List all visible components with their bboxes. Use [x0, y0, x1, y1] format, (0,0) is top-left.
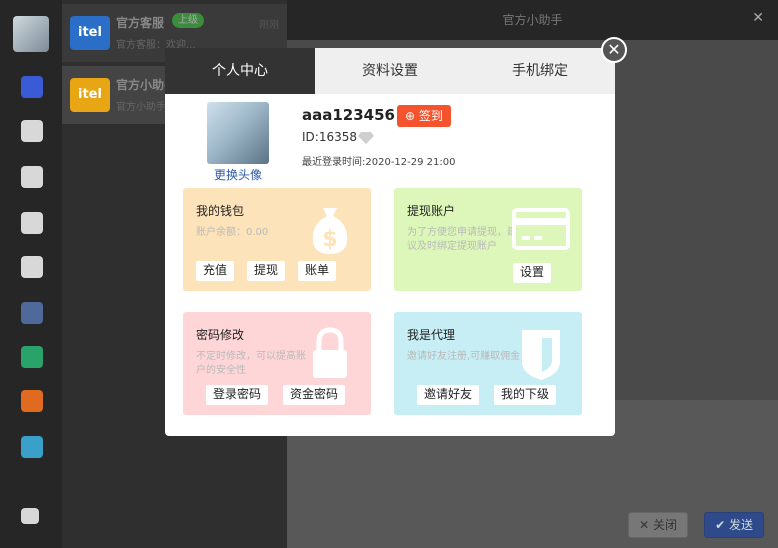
login-password-button[interactable]: 登录密码	[206, 385, 269, 405]
tab-phone-binding[interactable]: 手机绑定	[465, 48, 615, 94]
logout-icon[interactable]	[21, 508, 39, 524]
bill-button[interactable]: 账单	[298, 261, 337, 281]
group-icon[interactable]	[21, 166, 43, 188]
cloud-icon[interactable]	[21, 76, 43, 98]
svg-text:$: $	[322, 227, 337, 252]
tab-personal-center[interactable]: 个人中心	[165, 48, 315, 94]
settings-button[interactable]: 设置	[513, 263, 552, 283]
personal-center-modal: 个人中心 资料设置 手机绑定 更换头像 aaa123456 ⊕ 签到 ID:16…	[165, 48, 615, 436]
invite-friends-button[interactable]: 邀请好友	[417, 385, 480, 405]
conversation-name: 官方客服	[116, 16, 165, 30]
withdraw-account-desc: 为了方便您申请提现，建议及时绑定提现账户	[407, 227, 517, 252]
send-label: 发送	[728, 518, 753, 532]
contacts-icon[interactable]	[21, 120, 43, 142]
fund-password-button[interactable]: 资金密码	[283, 385, 346, 405]
vip-diamond-icon	[358, 132, 374, 144]
taobao-icon[interactable]	[21, 390, 43, 412]
checkin-button[interactable]: ⊕ 签到	[397, 105, 451, 127]
user-icon[interactable]	[21, 212, 43, 234]
itel-logo-icon: itel	[70, 16, 110, 50]
conversation-badge: 上级	[172, 13, 204, 28]
send-button[interactable]: ✔ 发送	[704, 512, 764, 538]
profile-avatar	[207, 102, 269, 164]
money-bag-icon: $	[312, 208, 348, 254]
list-icon[interactable]	[21, 436, 43, 458]
left-sidebar	[0, 0, 62, 548]
shield-icon	[522, 330, 560, 380]
checkin-label: 签到	[418, 109, 443, 123]
password-title: 密码修改	[196, 328, 245, 342]
withdraw-button[interactable]: 提现	[247, 261, 286, 281]
conversation-time: 刚刚	[259, 20, 279, 31]
close-icon[interactable]: ✕	[752, 10, 764, 26]
wallet-card: 我的钱包 账户余额：0.00 $ 充值 提现 账单	[183, 188, 371, 291]
close-chat-button[interactable]: ✕ 关闭	[628, 512, 688, 538]
user-id: ID:16358	[302, 130, 357, 144]
lock-icon	[313, 327, 347, 378]
password-card: 密码修改 不定时修改，可以提高账户的安全性 登录密码 资金密码	[183, 312, 371, 415]
last-login-time: 最近登录时间:2020-12-29 21:00	[302, 157, 456, 168]
modal-tabs: 个人中心 资料设置 手机绑定	[165, 48, 615, 94]
wallet-balance: 账户余额：0.00	[196, 227, 269, 238]
bank-card-icon	[512, 208, 570, 250]
tab-profile-settings[interactable]: 资料设置	[315, 48, 465, 94]
agent-desc: 邀请好友注册,可赚取佣金	[407, 351, 521, 362]
withdraw-account-card: 提现账户 为了方便您申请提现，建议及时绑定提现账户 设置	[394, 188, 582, 291]
my-subordinates-button[interactable]: 我的下级	[494, 385, 557, 405]
agent-card: 我是代理 邀请好友注册,可赚取佣金 邀请好友 我的下级	[394, 312, 582, 415]
baidu-icon[interactable]	[21, 302, 43, 324]
speaker-icon[interactable]	[21, 256, 43, 278]
withdraw-account-title: 提现账户	[407, 204, 456, 218]
password-desc: 不定时修改，可以提高账户的安全性	[196, 351, 306, 376]
modal-close-button[interactable]: ✕	[601, 37, 627, 63]
agent-title: 我是代理	[407, 328, 456, 342]
itel-logo-icon: itel	[70, 78, 110, 112]
change-avatar-link[interactable]: 更换头像	[207, 166, 269, 183]
user-avatar[interactable]	[13, 16, 49, 52]
chat-title: 官方小助手	[287, 0, 778, 40]
app-icon[interactable]	[21, 346, 43, 368]
close-chat-label: 关闭	[652, 518, 677, 532]
wallet-title: 我的钱包	[196, 204, 245, 218]
username: aaa123456	[302, 106, 395, 124]
recharge-button[interactable]: 充值	[196, 261, 235, 281]
